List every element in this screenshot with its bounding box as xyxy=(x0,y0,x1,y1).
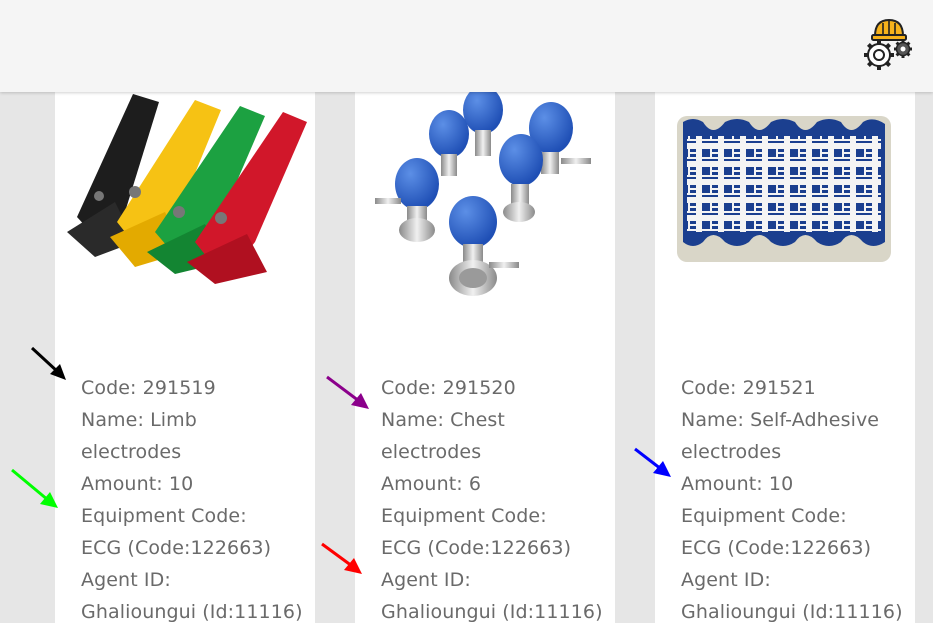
equipment-code-label: Equipment Code: xyxy=(81,505,247,527)
self-adhesive-electrodes-image xyxy=(655,92,915,312)
agent-id-value: Ghalioungui (Id:11116) xyxy=(81,601,303,623)
equipment-code-value: ECG (Code:122663) xyxy=(681,537,872,559)
equipment-code-label: Equipment Code: xyxy=(681,505,847,527)
agent-id-label: Agent ID: xyxy=(381,569,471,591)
product-amount: Amount: 6 xyxy=(381,473,482,495)
purple-arrow-icon xyxy=(326,375,369,409)
product-code: Code: 291521 xyxy=(681,377,816,399)
maintenance-engineer-gear-icon[interactable] xyxy=(861,16,915,72)
product-card[interactable]: Code: 291519 Name: Limb electrodes Amoun… xyxy=(55,92,315,623)
equipment-code-value: ECG (Code:122663) xyxy=(381,537,572,559)
product-card[interactable]: Code: 291520 Name: Chest electrodes Amou… xyxy=(355,92,615,623)
agent-id-value: Ghalioungui (Id:11116) xyxy=(381,601,603,623)
agent-id-label: Agent ID: xyxy=(681,569,771,591)
product-code: Code: 291520 xyxy=(381,377,516,399)
product-name-continued: electrodes xyxy=(681,441,782,463)
top-bar xyxy=(0,0,933,92)
product-details: Code: 291519 Name: Limb electrodes Amoun… xyxy=(81,372,313,623)
agent-id-label: Agent ID: xyxy=(81,569,171,591)
blue-arrow-icon xyxy=(634,447,671,477)
product-code: Code: 291519 xyxy=(81,377,216,399)
product-name-continued: electrodes xyxy=(381,441,482,463)
agent-id-value: Ghalioungui (Id:11116) xyxy=(681,601,903,623)
product-details: Code: 291521 Name: Self-Adhesive electro… xyxy=(681,372,913,623)
product-name: Name: Limb xyxy=(81,409,197,431)
limb-electrodes-image xyxy=(55,92,315,312)
green-arrow-icon xyxy=(11,468,58,508)
product-card[interactable]: Code: 291521 Name: Self-Adhesive electro… xyxy=(655,92,915,623)
product-name-continued: electrodes xyxy=(81,441,182,463)
product-name: Name: Self-Adhesive xyxy=(681,409,880,431)
chest-electrodes-image xyxy=(355,92,615,312)
equipment-code-label: Equipment Code: xyxy=(381,505,547,527)
product-amount: Amount: 10 xyxy=(681,473,794,495)
black-arrow-icon xyxy=(30,346,66,380)
red-arrow-icon xyxy=(321,542,362,574)
equipment-code-value: ECG (Code:122663) xyxy=(81,537,272,559)
product-details: Code: 291520 Name: Chest electrodes Amou… xyxy=(381,372,613,623)
product-name: Name: Chest xyxy=(381,409,505,431)
product-amount: Amount: 10 xyxy=(81,473,194,495)
